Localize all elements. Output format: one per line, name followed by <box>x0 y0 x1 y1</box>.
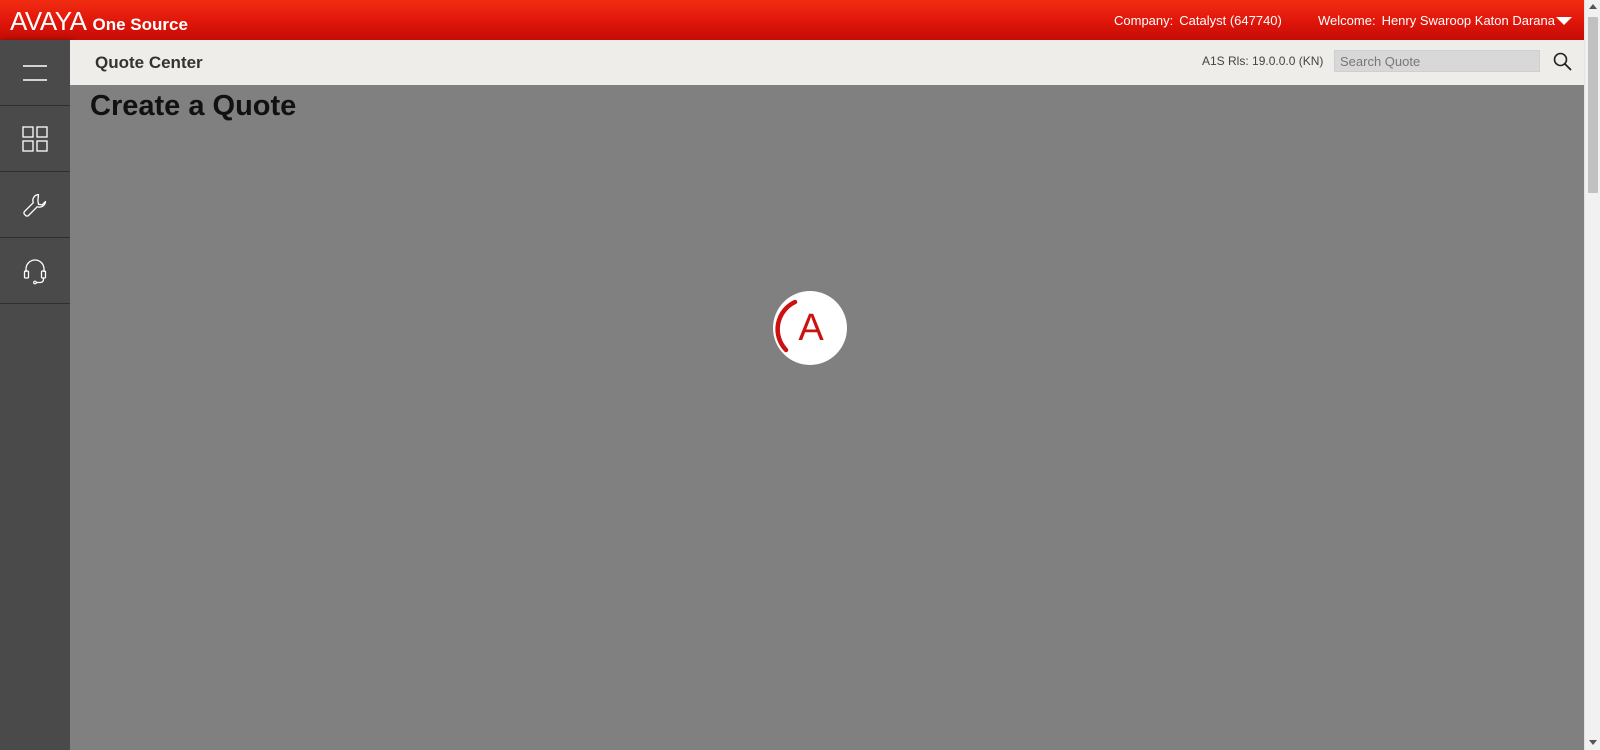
sidebar <box>0 40 70 750</box>
loading-logo-letter: A <box>798 307 824 349</box>
sidebar-item-dashboard[interactable] <box>0 106 70 172</box>
search-quote-input[interactable] <box>1334 50 1540 72</box>
logo-brand: AVAYA <box>10 6 87 36</box>
grid-icon <box>22 125 48 152</box>
vertical-scrollbar[interactable] <box>1584 0 1600 750</box>
company-label: Company: <box>1114 13 1174 28</box>
release-version: A1S Rls: 19.0.0.0 (KN) <box>1202 54 1324 68</box>
headset-icon <box>23 258 47 284</box>
welcome-user-name[interactable]: Henry Swaroop Katon Darana <box>1382 13 1555 28</box>
avaya-logo[interactable]: AVAYA One Source <box>10 8 188 35</box>
search-icon[interactable] <box>1552 51 1572 71</box>
scroll-down-arrow-icon[interactable] <box>1589 740 1597 745</box>
page-title: Quote Center <box>95 53 203 72</box>
caret-down-icon[interactable] <box>1556 17 1572 25</box>
scroll-up-arrow-icon[interactable] <box>1589 4 1597 9</box>
logo-product-name: One Source <box>92 15 188 34</box>
top-bar: AVAYA One Source Company: Catalyst (64774… <box>0 0 1584 40</box>
sidebar-item-menu[interactable] <box>0 40 70 106</box>
loading-spinner-icon: A <box>773 291 847 365</box>
sidebar-item-tools[interactable] <box>0 172 70 238</box>
scrollbar-thumb[interactable] <box>1588 17 1598 193</box>
company-info: Company: Catalyst (647740) <box>1114 13 1282 28</box>
create-quote-heading: Create a Quote <box>90 90 297 122</box>
welcome-info[interactable]: Welcome: Henry Swaroop Katon Darana <box>1318 13 1555 28</box>
main-content: Create a Quote <box>70 85 1584 750</box>
wrench-icon <box>23 193 47 217</box>
company-value: Catalyst (647740) <box>1179 13 1282 28</box>
welcome-label: Welcome: <box>1318 13 1376 28</box>
hamburger-icon <box>23 64 47 81</box>
header-bar: Quote Center A1S Rls: 19.0.0.0 (KN) <box>70 40 1584 85</box>
sidebar-item-support[interactable] <box>0 238 70 304</box>
